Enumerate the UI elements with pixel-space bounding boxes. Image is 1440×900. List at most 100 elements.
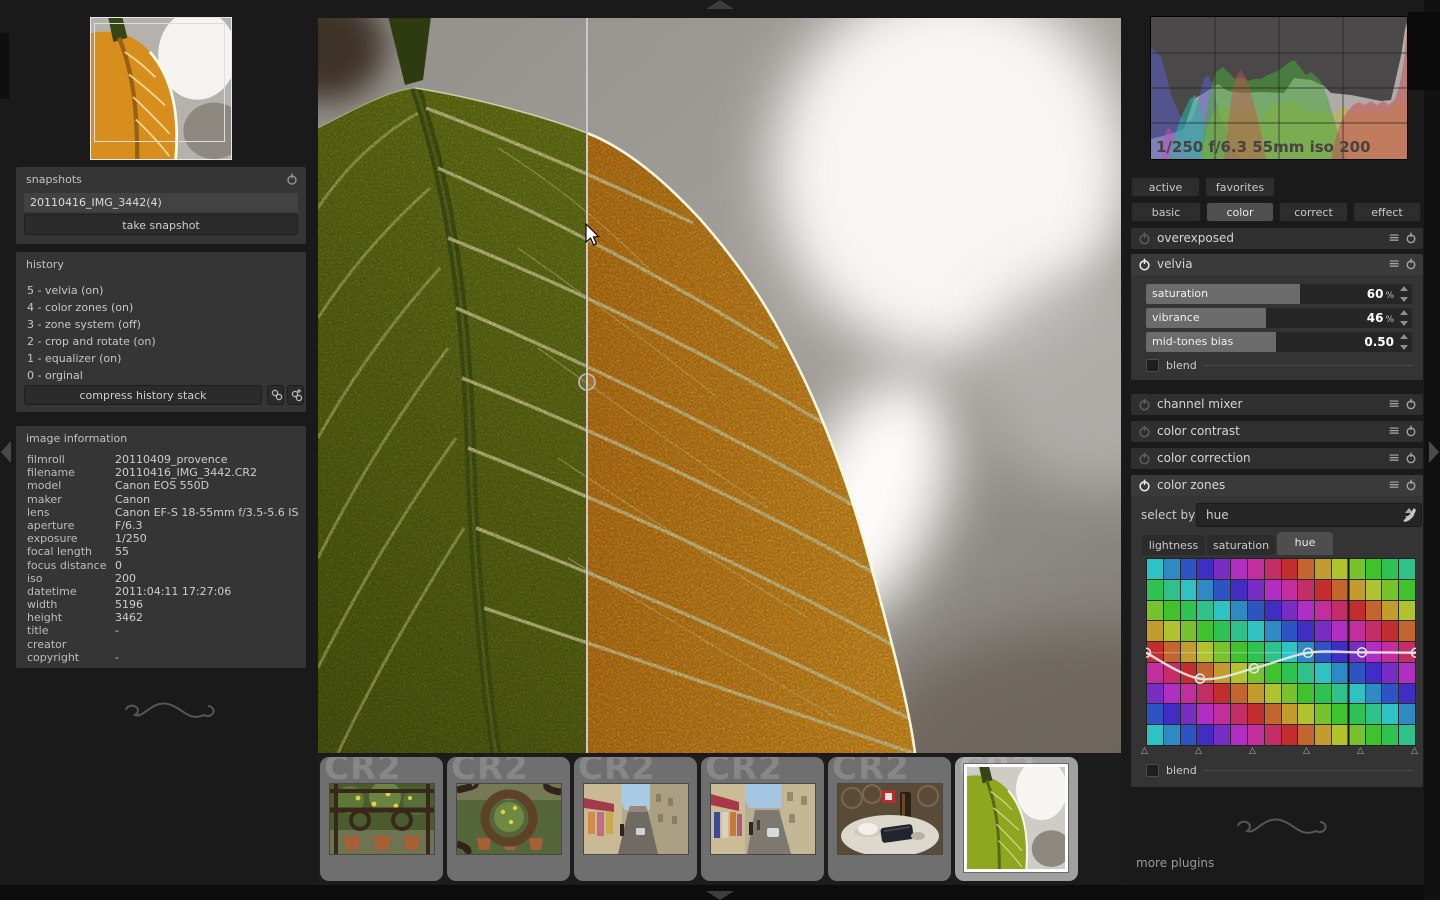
- slider-decrement[interactable]: [1400, 297, 1408, 302]
- more-plugins-link[interactable]: more plugins: [1136, 856, 1214, 870]
- reset-icon[interactable]: [1405, 398, 1417, 410]
- history-item[interactable]: 2 - crop and rotate (on): [27, 333, 156, 350]
- reset-icon[interactable]: [1405, 232, 1417, 244]
- color-picker-icon[interactable]: [1401, 505, 1417, 523]
- power-icon[interactable]: [1138, 398, 1151, 411]
- cz-tab-hue[interactable]: hue: [1277, 532, 1333, 555]
- slider-increment[interactable]: [1400, 334, 1408, 343]
- presets-icon[interactable]: ≡: [1388, 478, 1400, 492]
- info-label: datetime: [27, 585, 115, 598]
- blend-checkbox[interactable]: [1146, 359, 1159, 372]
- create-style-icon-button[interactable]: [267, 385, 284, 405]
- group-tab-correct[interactable]: correct: [1279, 202, 1348, 222]
- power-icon[interactable]: [1138, 452, 1151, 465]
- collapse-bottom-panel-arrow[interactable]: [706, 891, 734, 900]
- main-image-canvas[interactable]: [318, 18, 1121, 753]
- slider-vibrance[interactable]: vibrance 46%: [1146, 308, 1412, 328]
- presets-icon[interactable]: ≡: [1388, 451, 1400, 465]
- apply-style-icon-button[interactable]: [287, 385, 304, 405]
- velvia-blend-row: blend: [1146, 358, 1413, 372]
- blend-checkbox[interactable]: [1146, 764, 1159, 777]
- reset-icon[interactable]: [1405, 258, 1417, 270]
- compress-history-button[interactable]: compress history stack: [24, 385, 262, 405]
- history-item[interactable]: 0 - orginal: [27, 367, 156, 384]
- color-zones-curve[interactable]: [1146, 558, 1416, 746]
- filmstrip-thumb-garden-ring[interactable]: CR2: [447, 757, 570, 881]
- power-icon[interactable]: [1138, 258, 1151, 271]
- filmstrip-thumb-street-narrow[interactable]: CR2: [574, 757, 697, 881]
- filmstrip-thumb-garden-gate[interactable]: CR2: [320, 757, 443, 881]
- snapshot-item[interactable]: 20110416_IMG_3442(4): [24, 193, 298, 212]
- histogram[interactable]: 1/250 f/6.3 55mm iso 200: [1150, 16, 1408, 160]
- select-by-dropdown[interactable]: hue: [1196, 503, 1422, 527]
- reset-icon[interactable]: [1405, 452, 1417, 464]
- power-icon[interactable]: [1138, 232, 1151, 245]
- module-overexposed[interactable]: overexposed ≡: [1131, 228, 1423, 249]
- view-tab-favorites[interactable]: favorites: [1205, 177, 1275, 197]
- node-marker[interactable]: △: [1195, 746, 1202, 756]
- filmstrip-thumb-street-awning[interactable]: CR2: [701, 757, 824, 881]
- right-panel-edge-top: [1408, 12, 1440, 90]
- reset-icon[interactable]: [1405, 425, 1417, 437]
- cz-tab-saturation[interactable]: saturation: [1207, 535, 1275, 555]
- history-item[interactable]: 3 - zone system (off): [27, 316, 156, 333]
- presets-icon[interactable]: ≡: [1388, 424, 1400, 438]
- slider-mid-tones-bias[interactable]: mid-tones bias 0.50: [1146, 332, 1412, 352]
- collapse-top-panel-arrow[interactable]: [706, 0, 734, 9]
- history-item[interactable]: 1 - equalizer (on): [27, 350, 156, 367]
- filmstrip[interactable]: CR2CR2CR2CR2CR2CR2: [318, 755, 1121, 885]
- info-row: modelCanon EOS 550D: [27, 479, 297, 492]
- node-marker[interactable]: △: [1303, 746, 1310, 756]
- slider-increment[interactable]: [1400, 286, 1408, 295]
- module-label: velvia: [1157, 257, 1193, 271]
- navigation-thumbnail[interactable]: [90, 17, 232, 160]
- history-item[interactable]: 5 - velvia (on): [27, 282, 156, 299]
- info-label: creator: [27, 638, 115, 651]
- node-marker[interactable]: △: [1411, 746, 1418, 756]
- group-tab-effect[interactable]: effect: [1353, 202, 1421, 222]
- presets-icon[interactable]: ≡: [1388, 257, 1400, 271]
- darktable-darkroom-window: snapshots 20110416_IMG_3442(4) take snap…: [0, 0, 1440, 900]
- reset-icon[interactable]: [1405, 479, 1417, 491]
- slider-decrement[interactable]: [1400, 321, 1408, 326]
- slider-decrement[interactable]: [1400, 345, 1408, 350]
- filmstrip-thumb-leaf[interactable]: CR2: [955, 757, 1078, 881]
- cz-tab-lightness[interactable]: lightness: [1142, 535, 1205, 555]
- module-channel-mixer[interactable]: channel mixer ≡: [1131, 394, 1423, 415]
- reset-icon[interactable]: [286, 173, 298, 185]
- leaf-photo-before-after: [318, 18, 1121, 753]
- slider-saturation[interactable]: saturation 60%: [1146, 284, 1412, 304]
- node-marker[interactable]: △: [1357, 746, 1364, 756]
- color-zones-node-markers: △△△△△△: [1146, 746, 1416, 758]
- navigation-viewport-rect[interactable]: [94, 23, 225, 142]
- slider-label: vibrance: [1152, 311, 1200, 324]
- presets-icon[interactable]: ≡: [1388, 231, 1400, 245]
- collapse-left-panel-arrow[interactable]: [1, 441, 11, 463]
- module-color-correction[interactable]: color correction ≡: [1131, 448, 1423, 469]
- node-marker[interactable]: △: [1141, 746, 1148, 756]
- filmstrip-thumb-cafe-table[interactable]: CR2: [828, 757, 951, 881]
- split-line-handle: [579, 374, 595, 390]
- histogram-exif-text: 1/250 f/6.3 55mm iso 200: [1156, 138, 1371, 156]
- node-marker[interactable]: △: [1249, 746, 1256, 756]
- info-row: copyright-: [27, 651, 297, 664]
- presets-icon[interactable]: ≡: [1388, 397, 1400, 411]
- group-tab-color[interactable]: color: [1206, 202, 1274, 222]
- history-item[interactable]: 4 - color zones (on): [27, 299, 156, 316]
- info-value: F/6.3: [115, 519, 143, 532]
- history-list: 5 - velvia (on)4 - color zones (on)3 - z…: [27, 282, 156, 384]
- power-icon[interactable]: [1138, 425, 1151, 438]
- slider-increment[interactable]: [1400, 310, 1408, 319]
- curve-path: [1146, 651, 1416, 679]
- take-snapshot-button[interactable]: take snapshot: [24, 214, 298, 235]
- collapse-right-panel-arrow[interactable]: [1429, 441, 1439, 463]
- info-value: 20110416_IMG_3442.CR2: [115, 466, 257, 479]
- group-tab-basic[interactable]: basic: [1131, 202, 1201, 222]
- module-color-contrast[interactable]: color contrast ≡: [1131, 421, 1423, 442]
- info-value: 1/250: [115, 532, 147, 545]
- power-icon[interactable]: [1138, 479, 1151, 492]
- info-row: lensCanon EF-S 18-55mm f/3.5-5.6 IS: [27, 506, 297, 519]
- info-label: maker: [27, 493, 115, 506]
- history-panel: history 5 - velvia (on)4 - color zones (…: [16, 252, 306, 412]
- view-tab-active[interactable]: active: [1131, 177, 1200, 197]
